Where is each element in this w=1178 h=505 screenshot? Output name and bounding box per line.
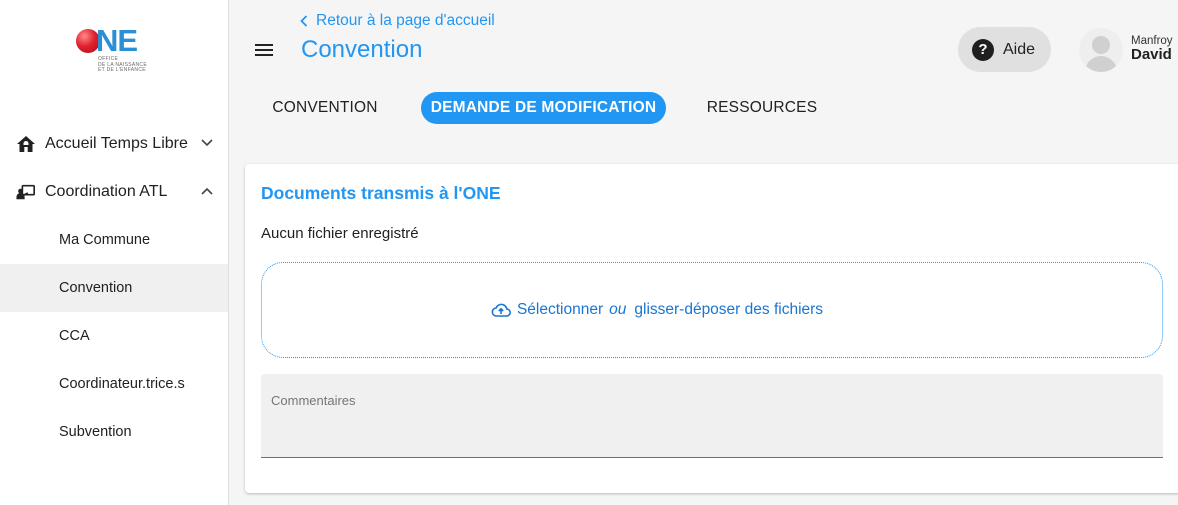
page-title: Convention	[301, 36, 423, 63]
sidebar-item-subvention[interactable]: Subvention	[0, 408, 228, 456]
sidebar-item-ma-commune[interactable]: Ma Commune	[0, 216, 228, 264]
sidebar-group-label: Coordination ATL	[45, 183, 168, 200]
tab-ressources[interactable]: RESSOURCES	[700, 92, 824, 124]
house-icon	[16, 134, 36, 154]
sidebar-item-convention[interactable]: Convention	[0, 264, 228, 312]
file-dropzone[interactable]: Sélectionner ou glisser-déposer des fich…	[261, 262, 1163, 358]
tab-convention[interactable]: CONVENTION	[263, 92, 387, 124]
back-link-label: Retour à la page d'accueil	[316, 12, 495, 29]
help-button-label: Aide	[1003, 40, 1036, 58]
or-label: ou	[609, 301, 627, 318]
back-link[interactable]: Retour à la page d'accueil	[300, 12, 495, 30]
one-logo[interactable]: NE OFFICE DE LA NAISSANCE ET DE L'ENFANC…	[74, 23, 164, 82]
sidebar-item-cca[interactable]: CCA	[0, 312, 228, 360]
dropzone-prompt: Sélectionner ou glisser-déposer des fich…	[491, 301, 823, 319]
select-files-link[interactable]: Sélectionner	[517, 301, 603, 319]
menu-icon[interactable]	[255, 40, 275, 60]
avatar[interactable]	[1079, 28, 1123, 72]
tab-demande-de-modification[interactable]: DEMANDE DE MODIFICATION	[421, 92, 666, 124]
sidebar-item-coordinateurs[interactable]: Coordinateur.trice.s	[0, 360, 228, 408]
chevron-up-icon[interactable]	[200, 184, 214, 198]
avatar-head	[1092, 36, 1110, 54]
documents-card: Documents transmis à l'ONE Aucun fichier…	[245, 164, 1178, 493]
sidebar: NE OFFICE DE LA NAISSANCE ET DE L'ENFANC…	[0, 0, 229, 505]
user-last-name: David	[1131, 46, 1172, 63]
sidebar-group-label: Accueil Temps Libre	[45, 135, 188, 152]
comments-label: Commentaires	[271, 393, 356, 408]
chevron-down-icon[interactable]	[200, 136, 214, 150]
sidebar-group-accueil-temps-libre[interactable]: Accueil Temps Libre	[0, 120, 228, 168]
card-title: Documents transmis à l'ONE	[261, 183, 501, 203]
logo-word: NE	[96, 23, 138, 58]
logo-tagline: OFFICE DE LA NAISSANCE ET DE L'ENFANCE	[98, 56, 147, 73]
cloud-upload-icon	[491, 302, 511, 318]
help-button[interactable]: ? Aide	[958, 27, 1051, 72]
help-icon: ?	[972, 38, 994, 61]
chevron-left-icon	[300, 15, 308, 27]
sidebar-group-coordination-atl[interactable]: Coordination ATL	[0, 168, 228, 216]
sidebar-nav: Accueil Temps Libre Coordination ATL Ma …	[0, 120, 228, 456]
avatar-body	[1085, 56, 1117, 72]
drag-drop-label: glisser-déposer des fichiers	[634, 301, 824, 318]
comments-field[interactable]: Commentaires	[261, 374, 1163, 458]
person-presenting-icon	[16, 182, 36, 202]
no-file-status: Aucun fichier enregistré	[261, 225, 419, 242]
